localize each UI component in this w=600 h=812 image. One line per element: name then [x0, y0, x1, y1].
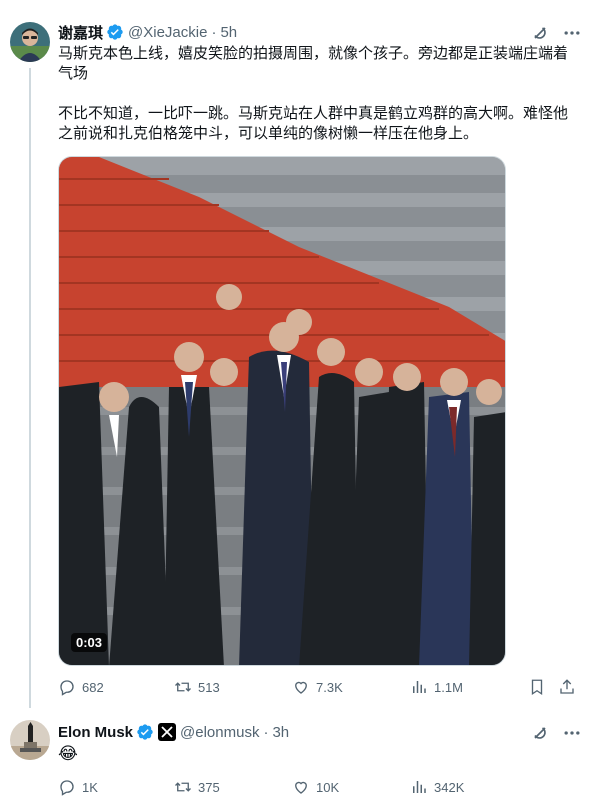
like-count: 7.3K [316, 679, 343, 695]
video-thumbnail [59, 157, 505, 665]
views-count: 1.1M [434, 679, 463, 695]
reply-header: Elon Musk @elonmusk · 3h [58, 722, 289, 742]
reply-count: 1K [82, 779, 98, 795]
verified-badge-icon [106, 23, 124, 41]
repost-button[interactable]: 513 [174, 678, 220, 696]
reply-count: 682 [82, 679, 104, 695]
grok-icon[interactable] [530, 723, 550, 743]
more-icon[interactable] [562, 723, 582, 743]
video-player[interactable]: 0:03 [58, 156, 506, 666]
views-icon [413, 781, 426, 793]
timestamp[interactable]: 3h [272, 724, 289, 741]
verified-badge-icon [136, 723, 154, 741]
tweet-text: 马斯克本色上线，嬉皮笑脸的拍摄周围，就像个孩子。旁边都是正装端庄端着气场 不比不… [58, 44, 578, 144]
more-icon[interactable] [562, 23, 582, 43]
separator-dot: · [263, 723, 269, 741]
tweet-text-paragraph-2: 不比不知道，一比吓一跳。马斯克站在人群中真是鹤立鸡群的高大啊。难怪他之前说和扎克… [58, 105, 569, 142]
heart-icon [295, 681, 307, 694]
author-name[interactable]: Elon Musk [58, 724, 133, 741]
share-icon [560, 679, 574, 694]
thread-line [29, 68, 31, 708]
bookmark-button[interactable] [528, 678, 552, 696]
reply-tweet: Elon Musk @elonmusk · 3h 😂 1K 375 10K 34… [0, 712, 600, 812]
reply-button[interactable]: 682 [58, 678, 104, 696]
video-duration-badge: 0:03 [71, 633, 108, 652]
tweet-text-paragraph-1: 马斯克本色上线，嬉皮笑脸的拍摄周围，就像个孩子。旁边都是正装端庄端着气场 [58, 45, 569, 82]
tweet: 谢嘉琪 @XieJackie · 5h 马斯克本色上线，嬉皮笑脸的拍摄周围，就像… [0, 0, 600, 712]
share-button[interactable] [558, 678, 582, 696]
reply-icon [60, 680, 74, 696]
bookmark-icon [531, 679, 543, 696]
like-button[interactable]: 10K [292, 778, 339, 796]
x-affiliate-icon[interactable] [158, 723, 177, 741]
separator-dot: · [211, 23, 217, 41]
reply-text: 😂 [58, 744, 78, 763]
repost-icon [175, 682, 191, 692]
views-button[interactable]: 1.1M [410, 678, 463, 696]
tweet-actions: 682 513 7.3K 1.1M [58, 678, 578, 698]
timestamp[interactable]: 5h [220, 24, 237, 41]
views-icon [413, 681, 426, 693]
views-button[interactable]: 342K [410, 778, 464, 796]
repost-icon [175, 782, 191, 792]
author-handle[interactable]: @XieJackie [128, 24, 207, 41]
reply-button[interactable]: 1K [58, 778, 98, 796]
repost-count: 375 [198, 779, 220, 795]
views-count: 342K [434, 779, 465, 795]
reply-icon [60, 780, 74, 796]
grok-icon[interactable] [530, 23, 550, 43]
repost-button[interactable]: 375 [174, 778, 220, 796]
author-name[interactable]: 谢嘉琪 [58, 22, 103, 43]
avatar[interactable] [10, 22, 50, 62]
reply-actions: 1K 375 10K 342K [58, 778, 578, 798]
heart-icon [295, 781, 307, 794]
tweet-header: 谢嘉琪 @XieJackie · 5h [58, 22, 237, 42]
author-handle[interactable]: @elonmusk [180, 724, 259, 741]
like-button[interactable]: 7.3K [292, 678, 343, 696]
like-count: 10K [316, 779, 340, 795]
avatar[interactable] [10, 720, 50, 760]
repost-count: 513 [198, 679, 220, 695]
